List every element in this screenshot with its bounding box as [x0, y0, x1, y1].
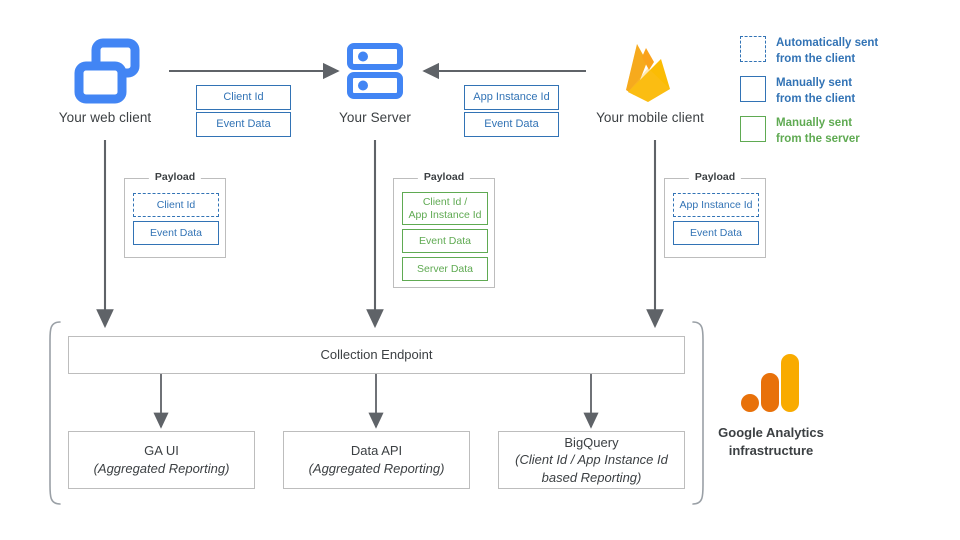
- payload-title: Payload: [148, 171, 202, 183]
- legend-swatch-solid-blue: [740, 76, 766, 102]
- transfer-box-client-id: Client Id: [196, 85, 291, 110]
- legend-item-automatic-client: Automatically sent from the client: [740, 36, 878, 67]
- legend-item-manual-server: Manually sent from the server: [740, 116, 860, 147]
- output-subtitle: (Client Id / App Instance Id based Repor…: [515, 452, 668, 485]
- payload-group-server: Payload Client Id / App Instance Id Even…: [393, 171, 495, 288]
- server-label: Your Server: [339, 110, 411, 125]
- legend-label: Manually sent from the server: [776, 116, 860, 147]
- legend-swatch-dashed-blue: [740, 36, 766, 62]
- payload-item-server-data: Server Data: [402, 257, 488, 281]
- legend-line2: from the server: [776, 132, 860, 145]
- legend-label: Automatically sent from the client: [776, 36, 878, 67]
- web-client-icon: [74, 38, 140, 104]
- diagram-canvas: Your web client Your Server Your mobile …: [0, 0, 960, 540]
- legend-line1: Manually sent: [776, 117, 853, 129]
- payload-group-mobile: Payload App Instance Id Event Data: [664, 171, 766, 258]
- output-title: BigQuery: [564, 434, 619, 450]
- server-icon: [347, 43, 403, 99]
- payload-item-app-instance-id: App Instance Id: [673, 193, 759, 217]
- transfer-box-app-instance-id: App Instance Id: [464, 85, 559, 110]
- output-box-ga-ui: GA UI (Aggregated Reporting): [68, 431, 255, 489]
- payload-title: Payload: [688, 171, 742, 183]
- ga-caption-line2: infrastructure: [728, 442, 814, 458]
- payload-item-event-data: Event Data: [673, 221, 759, 245]
- collection-endpoint-label: Collection Endpoint: [320, 347, 433, 363]
- legend-item-manual-client: Manually sent from the client: [740, 76, 855, 107]
- payload-item-event-data: Event Data: [402, 229, 488, 253]
- legend-label: Manually sent from the client: [776, 76, 855, 107]
- payload-group-web: Payload Client Id Event Data: [124, 171, 226, 258]
- legend-line2: from the client: [776, 52, 856, 65]
- payload-item-client-or-app-instance-id: Client Id / App Instance Id: [402, 192, 488, 225]
- output-box-bigquery: BigQuery (Client Id / App Instance Id ba…: [498, 431, 685, 489]
- output-title: Data API: [350, 443, 403, 459]
- legend-line1: Automatically sent: [776, 37, 879, 49]
- legend-line2: from the client: [776, 92, 856, 105]
- google-analytics-logo: [740, 352, 802, 414]
- transfer-box-event-data-mobile: Event Data: [464, 112, 559, 137]
- payload-title: Payload: [417, 171, 471, 183]
- output-subtitle: (Aggregated Reporting): [93, 461, 230, 476]
- output-box-data-api: Data API (Aggregated Reporting): [283, 431, 470, 489]
- transfer-box-event-data: Event Data: [196, 112, 291, 137]
- collection-endpoint-box: Collection Endpoint: [68, 336, 685, 374]
- output-title: GA UI: [144, 443, 179, 459]
- output-subtitle: (Aggregated Reporting): [308, 461, 445, 476]
- legend-line1: Manually sent: [776, 77, 853, 89]
- web-client-label: Your web client: [58, 110, 152, 125]
- legend-swatch-solid-green: [740, 116, 766, 142]
- ga-caption-line1: Google Analytics: [718, 425, 824, 440]
- firebase-icon: [616, 38, 680, 106]
- ga-infrastructure-caption: Google Analytics infrastructure: [690, 424, 852, 459]
- payload-item-event-data: Event Data: [133, 221, 219, 245]
- payload-item-line: Client Id / App Instance Id: [408, 195, 482, 221]
- payload-item-client-id: Client Id: [133, 193, 219, 217]
- mobile-client-label: Your mobile client: [596, 110, 704, 125]
